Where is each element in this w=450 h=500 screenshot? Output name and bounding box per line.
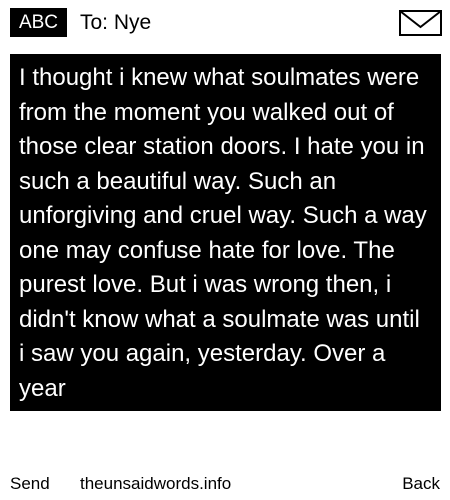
back-button[interactable]: Back [402, 470, 440, 498]
softkey-bar: Send theunsaidwords.info Back [0, 470, 450, 498]
send-button[interactable]: Send [10, 470, 50, 498]
envelope-icon [399, 10, 442, 36]
recipient-label: To: Nye [80, 11, 152, 34]
header-bar: ABC To: Nye [0, 0, 450, 44]
input-mode-indicator[interactable]: ABC [10, 8, 67, 37]
message-body[interactable]: I thought i knew what soulmates were fro… [10, 54, 441, 411]
site-label: theunsaidwords.info [80, 474, 232, 493]
